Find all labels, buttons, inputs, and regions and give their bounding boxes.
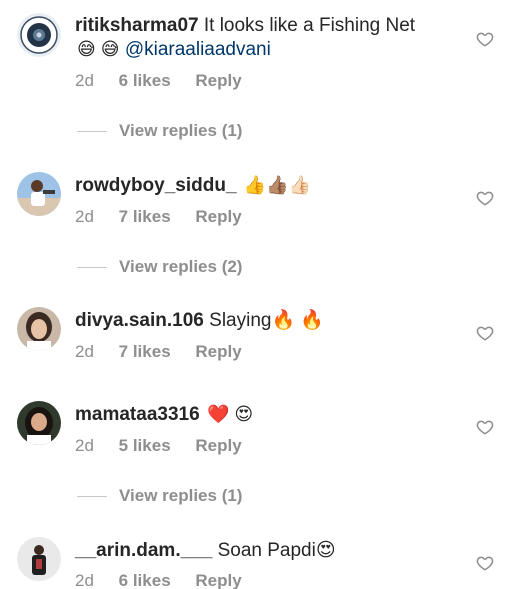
comment-likes[interactable]: 7 likes [119, 207, 171, 227]
view-replies-button[interactable]: View replies (1) [77, 486, 242, 506]
view-replies-button[interactable]: View replies (1) [77, 121, 242, 141]
view-replies-label: View replies (2) [119, 257, 243, 276]
comment-username[interactable]: rowdyboy_siddu_ [75, 175, 237, 196]
avatar-photo-icon [17, 172, 61, 216]
view-replies-label: View replies (1) [119, 486, 243, 505]
comment-text-line-2: 😅 😅 @kiaraaliaadvani [75, 37, 475, 62]
comment-text: rowdyboy_siddu_ 👍👍🏽👍🏻 [75, 173, 475, 198]
comment-meta: 2d 7 likes Reply [75, 207, 242, 227]
comment-body: Soan Papdi😍 [217, 540, 336, 561]
comment-time: 2d [75, 207, 94, 226]
comment-time: 2d [75, 71, 94, 90]
comment-text: __arin.dam.___ Soan Papdi😍 [75, 538, 475, 563]
comment-text: divya.sain.106 Slaying🔥 🔥 [75, 308, 475, 333]
mention-link[interactable]: @kiaraaliaadvani [125, 39, 271, 60]
comment-time: 2d [75, 571, 94, 589]
view-replies-label: View replies (1) [119, 121, 243, 140]
reply-button[interactable]: Reply [195, 571, 241, 589]
comment-body: 👍👍🏽👍🏻 [243, 175, 312, 195]
comment-username[interactable]: ritiksharma07 [75, 15, 199, 36]
like-heart-icon[interactable] [476, 418, 494, 436]
comments-list: ritiksharma07 It looks like a Fishing Ne… [0, 0, 525, 589]
comment-meta: 2d 6 likes Reply [75, 71, 242, 91]
comment-text: mamataa3316 ❤️ 😍 [75, 402, 475, 427]
avatar[interactable] [17, 307, 61, 351]
comment-username[interactable]: __arin.dam.___ [75, 540, 212, 561]
avatar[interactable] [17, 13, 61, 57]
like-heart-icon[interactable] [476, 324, 494, 342]
comment-username[interactable]: divya.sain.106 [75, 310, 204, 331]
avatar-seal-icon [17, 13, 61, 57]
comment-meta: 2d 7 likes Reply [75, 342, 242, 362]
reply-button[interactable]: Reply [195, 436, 241, 456]
reply-button[interactable]: Reply [195, 342, 241, 362]
avatar-photo-icon [17, 307, 61, 351]
reply-button[interactable]: Reply [195, 207, 241, 227]
comment-likes[interactable]: 7 likes [119, 342, 171, 362]
comment-time: 2d [75, 342, 94, 361]
like-heart-icon[interactable] [476, 554, 494, 572]
avatar[interactable] [17, 401, 61, 445]
avatar[interactable] [17, 537, 61, 581]
reply-button[interactable]: Reply [195, 71, 241, 91]
comment-meta: 2d 5 likes Reply [75, 436, 242, 456]
comment-likes[interactable]: 6 likes [119, 571, 171, 589]
divider-line [77, 131, 107, 133]
avatar[interactable] [17, 172, 61, 216]
comment-body: It looks like a Fishing Net [203, 15, 416, 36]
like-heart-icon[interactable] [476, 30, 494, 48]
comment-likes[interactable]: 5 likes [119, 436, 171, 456]
comment-time: 2d [75, 436, 94, 455]
comment-emoji: 😅 😅 [77, 39, 120, 59]
comment-text: ritiksharma07 It looks like a Fishing Ne… [75, 13, 475, 38]
divider-line [77, 496, 107, 498]
view-replies-button[interactable]: View replies (2) [77, 257, 242, 277]
avatar-photo-icon [17, 401, 61, 445]
avatar-photo-icon [17, 537, 61, 581]
comment-body: ❤️ 😍 [206, 404, 254, 424]
like-heart-icon[interactable] [476, 189, 494, 207]
divider-line [77, 267, 107, 269]
comment-likes[interactable]: 6 likes [119, 71, 171, 91]
comment-body: Slaying🔥 🔥 [209, 310, 325, 331]
comment-meta: 2d 6 likes Reply [75, 571, 242, 589]
comment-username[interactable]: mamataa3316 [75, 404, 200, 425]
